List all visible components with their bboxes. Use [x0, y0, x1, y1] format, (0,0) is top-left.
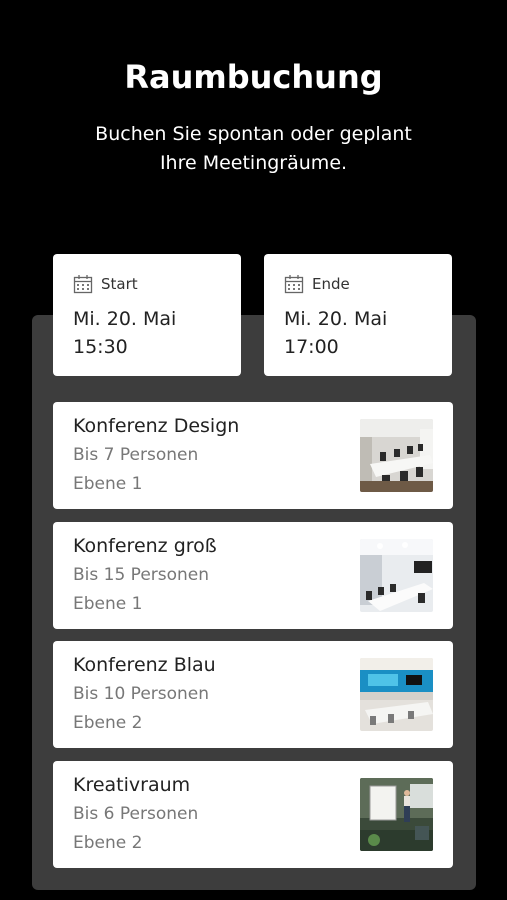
end-time: 17:00: [284, 336, 339, 358]
page-title: Raumbuchung: [124, 58, 383, 96]
subtitle-line-2: Ihre Meetingräume.: [159, 152, 348, 174]
room-photo: [360, 778, 433, 851]
room-card-kreativraum[interactable]: Kreativraum Bis 6 Personen Ebene 2: [53, 761, 453, 868]
room-card-konferenz-design[interactable]: Konferenz Design Bis 7 Personen Ebene 1: [53, 402, 453, 509]
page-subtitle: Buchen Sie spontan oder geplant Ihre Mee…: [0, 120, 507, 178]
start-label: Start: [101, 275, 138, 293]
start-time-card[interactable]: Start Mi. 20. Mai 15:30: [53, 254, 241, 376]
end-date: Mi. 20. Mai: [284, 308, 388, 330]
subtitle-line-1: Buchen Sie spontan oder geplant: [95, 123, 412, 145]
room-photo: [360, 539, 433, 612]
room-photo: [360, 419, 433, 492]
room-photo: [360, 658, 433, 731]
end-label: Ende: [312, 275, 350, 293]
calendar-icon: [73, 275, 93, 294]
room-card-konferenz-gross[interactable]: Konferenz groß Bis 15 Personen Ebene 1: [53, 522, 453, 629]
start-time: 15:30: [73, 336, 128, 358]
calendar-icon: [284, 275, 304, 294]
end-time-card[interactable]: Ende Mi. 20. Mai 17:00: [264, 254, 452, 376]
room-card-konferenz-blau[interactable]: Konferenz Blau Bis 10 Personen Ebene 2: [53, 641, 453, 748]
start-date: Mi. 20. Mai: [73, 308, 177, 330]
